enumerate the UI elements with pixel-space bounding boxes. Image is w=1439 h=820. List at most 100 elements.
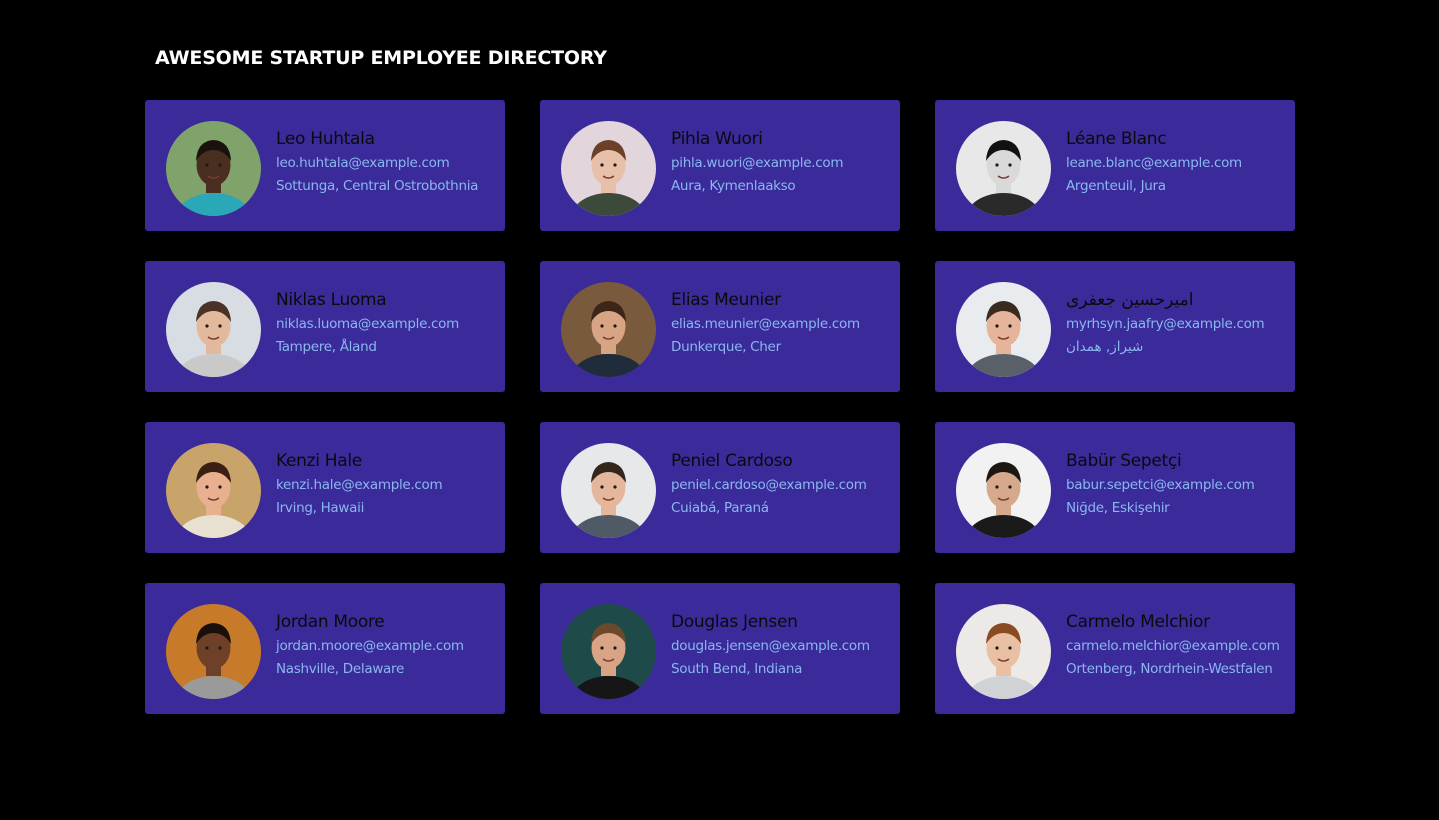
page-title: AWESOME STARTUP EMPLOYEE DIRECTORY (155, 47, 607, 69)
employee-info: Kenzi Hale kenzi.hale@example.com Irving… (276, 450, 497, 517)
employee-email: myrhsyn.jaafry@example.com (1066, 316, 1265, 332)
employee-card[interactable]: Leo Huhtala leo.huhtala@example.com Sott… (145, 100, 505, 231)
employee-avatar (166, 443, 261, 538)
portrait-left-eye (995, 324, 999, 328)
employee-card[interactable]: Pihla Wuori pihla.wuori@example.com Aura… (540, 100, 900, 231)
employee-avatar (561, 282, 656, 377)
employee-card[interactable]: Elias Meunier elias.meunier@example.com … (540, 261, 900, 392)
portrait-left-eye (205, 485, 209, 489)
employee-location: Tampere, Åland (276, 339, 377, 355)
employee-email: kenzi.hale@example.com (276, 477, 443, 493)
employee-card[interactable]: Douglas Jensen douglas.jensen@example.co… (540, 583, 900, 714)
employee-name: Niklas Luoma (276, 290, 387, 310)
portrait-image (166, 604, 261, 699)
employee-info: Leo Huhtala leo.huhtala@example.com Sott… (276, 128, 497, 195)
portrait-left-eye (995, 163, 999, 167)
employee-avatar (561, 604, 656, 699)
employee-card[interactable]: Peniel Cardoso peniel.cardoso@example.co… (540, 422, 900, 553)
employee-card[interactable]: Babür Sepetçi babur.sepetci@example.com … (935, 422, 1295, 553)
employee-email: peniel.cardoso@example.com (671, 477, 867, 493)
portrait-right-eye (218, 485, 222, 489)
employee-email: douglas.jensen@example.com (671, 638, 870, 654)
employee-info: Léane Blanc leane.blanc@example.com Arge… (1066, 128, 1287, 195)
employee-location: Nashville, Delaware (276, 661, 404, 677)
employee-email: pihla.wuori@example.com (671, 155, 844, 171)
portrait-image (561, 604, 656, 699)
employee-avatar (561, 121, 656, 216)
employee-avatar (956, 282, 1051, 377)
portrait-image (166, 121, 261, 216)
employee-email: jordan.moore@example.com (276, 638, 464, 654)
portrait-left-eye (205, 163, 209, 167)
employee-card[interactable]: Jordan Moore jordan.moore@example.com Na… (145, 583, 505, 714)
employee-info: Elias Meunier elias.meunier@example.com … (671, 289, 892, 356)
employee-info: Pihla Wuori pihla.wuori@example.com Aura… (671, 128, 892, 195)
employee-location: Argenteuil, Jura (1066, 178, 1166, 194)
portrait-right-eye (1008, 163, 1012, 167)
employee-email: niklas.luoma@example.com (276, 316, 459, 332)
portrait-left-eye (600, 324, 604, 328)
employee-email: carmelo.melchior@example.com (1066, 638, 1280, 654)
employee-info: Niklas Luoma niklas.luoma@example.com Ta… (276, 289, 497, 356)
employee-name: Peniel Cardoso (671, 451, 793, 471)
employee-location: Sottunga, Central Ostrobothnia (276, 178, 479, 194)
employee-location: Ortenberg, Nordrhein-Westfalen (1066, 661, 1273, 677)
portrait-right-eye (1008, 485, 1012, 489)
portrait-right-eye (613, 324, 617, 328)
employee-info: Jordan Moore jordan.moore@example.com Na… (276, 611, 497, 678)
employee-location: Dunkerque, Cher (671, 339, 781, 355)
employee-email: leane.blanc@example.com (1066, 155, 1242, 171)
portrait-right-eye (218, 324, 222, 328)
portrait-right-eye (613, 485, 617, 489)
portrait-right-eye (218, 163, 222, 167)
employee-location: شیراز, همدان (1066, 339, 1144, 355)
employee-avatar (166, 282, 261, 377)
employee-name: Elias Meunier (671, 290, 781, 310)
employee-info: Peniel Cardoso peniel.cardoso@example.co… (671, 450, 892, 517)
portrait-image (956, 443, 1051, 538)
portrait-image (956, 282, 1051, 377)
portrait-image (561, 282, 656, 377)
portrait-image (166, 282, 261, 377)
employee-avatar (166, 604, 261, 699)
employee-info: Douglas Jensen douglas.jensen@example.co… (671, 611, 892, 678)
employee-info: Carmelo Melchior carmelo.melchior@exampl… (1066, 611, 1287, 678)
portrait-image (166, 443, 261, 538)
employee-name: Jordan Moore (276, 612, 385, 632)
employee-name: اميرحسين جعفری (1066, 290, 1194, 310)
employee-email: leo.huhtala@example.com (276, 155, 450, 171)
employee-avatar (956, 604, 1051, 699)
employee-avatar (956, 121, 1051, 216)
employee-location: Niğde, Eskişehir (1066, 500, 1170, 516)
portrait-image (561, 443, 656, 538)
employee-name: Leo Huhtala (276, 129, 375, 149)
employee-location: Cuiabá, Paraná (671, 500, 769, 516)
portrait-left-eye (995, 485, 999, 489)
portrait-image (956, 604, 1051, 699)
employee-email: babur.sepetci@example.com (1066, 477, 1255, 493)
portrait-left-eye (600, 485, 604, 489)
portrait-left-eye (600, 646, 604, 650)
employee-email: elias.meunier@example.com (671, 316, 860, 332)
employee-card[interactable]: Niklas Luoma niklas.luoma@example.com Ta… (145, 261, 505, 392)
employee-name: Pihla Wuori (671, 129, 763, 149)
employee-info: Babür Sepetçi babur.sepetci@example.com … (1066, 450, 1287, 517)
employee-name: Carmelo Melchior (1066, 612, 1210, 632)
page: AWESOME STARTUP EMPLOYEE DIRECTORY Leo H… (0, 0, 1439, 820)
employee-name: Babür Sepetçi (1066, 451, 1182, 471)
employee-card[interactable]: اميرحسين جعفری myrhsyn.jaafry@example.co… (935, 261, 1295, 392)
employee-location: South Bend, Indiana (671, 661, 803, 677)
employee-name: Léane Blanc (1066, 129, 1167, 149)
employee-avatar (956, 443, 1051, 538)
employee-name: Douglas Jensen (671, 612, 798, 632)
portrait-right-eye (613, 163, 617, 167)
portrait-right-eye (1008, 324, 1012, 328)
portrait-left-eye (205, 646, 209, 650)
employee-grid: Leo Huhtala leo.huhtala@example.com Sott… (145, 100, 1295, 714)
employee-card[interactable]: Carmelo Melchior carmelo.melchior@exampl… (935, 583, 1295, 714)
employee-card[interactable]: Léane Blanc leane.blanc@example.com Arge… (935, 100, 1295, 231)
employee-avatar (561, 443, 656, 538)
employee-name: Kenzi Hale (276, 451, 362, 471)
employee-info: اميرحسين جعفری myrhsyn.jaafry@example.co… (1066, 289, 1287, 356)
employee-card[interactable]: Kenzi Hale kenzi.hale@example.com Irving… (145, 422, 505, 553)
